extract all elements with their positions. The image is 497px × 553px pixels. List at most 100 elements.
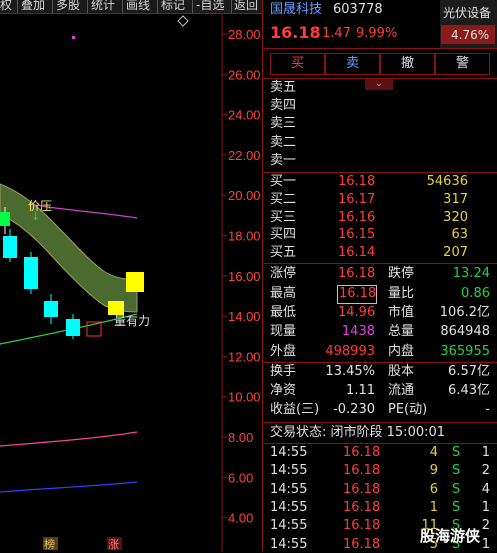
stock-code: 603778 [333, 2, 383, 17]
toolbar-button-back[interactable]: 返回 [234, 0, 258, 12]
toolbar-button-draw-line[interactable]: 画线 [126, 0, 150, 12]
outer-label: 外盘 [270, 344, 297, 359]
y-tick-label: 12.00 [228, 349, 261, 364]
bid-level-price: 16.17 [338, 191, 376, 207]
tick-side: S [452, 445, 461, 460]
toolbar-button-mark[interactable]: 标记 [161, 0, 185, 12]
candle [3, 236, 17, 258]
toolbar-button-rights[interactable]: 权 [0, 0, 12, 12]
divider [264, 443, 497, 444]
y-tick-label: 28.00 [228, 27, 261, 42]
tick-time: 14:55 [270, 445, 308, 460]
bid-level-label: 买一 [270, 174, 297, 189]
stock-name: 国晟科技 [270, 2, 323, 17]
eps-value: -0.230 [333, 402, 375, 417]
price-change-pct: 9.99% [356, 26, 398, 41]
y-tick-label: 6.00 [228, 470, 253, 485]
toolbar-button-watchlist[interactable]: -自选 [196, 0, 224, 12]
candle [108, 301, 124, 315]
limit-down-value: 13.24 [452, 266, 490, 281]
y-tick-label: 4.00 [228, 511, 253, 526]
bid-level-volume: 54636 [426, 174, 468, 189]
equity-value: 6.57亿 [448, 364, 490, 379]
y-tick-label: 24.00 [228, 108, 261, 123]
inner-label: 内盘 [388, 344, 415, 359]
support-annotation: 量有力 [114, 314, 150, 328]
panel-divider [262, 0, 263, 552]
float-label: 流通 [388, 383, 415, 398]
tick-price: 16.18 [343, 481, 381, 497]
cancel-order-button[interactable]: 撤 [380, 53, 435, 75]
tick-side: S [452, 481, 461, 497]
bid-level-volume: 63 [451, 227, 468, 243]
divider [264, 263, 497, 264]
total-vol-label: 总量 [388, 324, 415, 339]
mkt-cap-label: 市值 [388, 305, 415, 320]
channel-band [0, 183, 138, 313]
toolbar-button-multi-stock[interactable]: 多股 [56, 0, 80, 12]
ask-level-label: 卖二 [270, 134, 297, 150]
candle [0, 212, 10, 226]
diamond-icon[interactable] [177, 15, 189, 27]
bid-level-label: 买三 [270, 209, 297, 225]
pe-label: PE(动) [388, 402, 428, 417]
bid-level-volume: 317 [443, 191, 468, 207]
tick-side: S [452, 499, 461, 515]
cur-vol-value: 1438 [341, 324, 375, 339]
tick-time: 14:55 [270, 463, 308, 479]
mkt-cap-value: 106.2亿 [439, 305, 490, 320]
sell-button[interactable]: 卖 [325, 53, 380, 75]
ask-level-label: 卖三 [270, 116, 297, 132]
expand-chevron-double-down-icon[interactable]: ⌄ [365, 78, 393, 90]
y-tick-label: 22.00 [228, 148, 261, 163]
bottom-tag-rank[interactable]: 榜 [44, 537, 55, 551]
tick-count: 4 [481, 481, 490, 497]
tick-time: 14:55 [270, 518, 308, 534]
tick-price: 16.18 [343, 445, 381, 460]
ask-level-label: 卖一 [270, 152, 297, 168]
turnover-value: 13.45% [325, 364, 375, 379]
inner-value: 365955 [440, 344, 490, 359]
high-label: 最高 [270, 286, 297, 301]
alert-button[interactable]: 警 [435, 53, 490, 75]
tick-time: 14:55 [270, 481, 308, 497]
tick-price: 16.18 [343, 463, 381, 479]
tick-price: 16.18 [343, 536, 381, 552]
bid-level-price: 16.18 [338, 174, 376, 189]
bottom-tag-rise[interactable]: 涨 [108, 538, 119, 551]
candle [126, 272, 144, 292]
tick-count: 2 [481, 463, 490, 479]
tick-volume: 9 [429, 463, 438, 479]
y-tick-label: 8.00 [228, 430, 253, 445]
limit-up-label: 涨停 [270, 266, 297, 281]
high-value: 16.18 [339, 286, 377, 301]
tick-price: 16.18 [343, 499, 381, 515]
sector-pct: 4.76% [451, 28, 490, 42]
divider [264, 422, 497, 423]
tick-time: 14:55 [270, 536, 308, 552]
tick-volume: 4 [429, 445, 438, 460]
ma-line-blue [0, 481, 138, 493]
turnover-label: 换手 [270, 364, 297, 379]
divider [264, 172, 497, 173]
divider [264, 48, 497, 49]
trade-status: 交易状态: 闭市阶段 15:00:01 [270, 425, 446, 440]
outer-value: 498993 [325, 344, 375, 359]
bid-level-volume: 207 [443, 245, 468, 261]
toolbar-button-statistics[interactable]: 统计 [91, 0, 115, 12]
bid-level-label: 买五 [270, 245, 297, 261]
buy-button[interactable]: 买 [270, 53, 325, 75]
candle [24, 257, 38, 289]
ask-level-label: 卖四 [270, 98, 297, 114]
toolbar-button-overlay[interactable]: 叠加 [21, 0, 45, 12]
pe-value: - [485, 402, 490, 417]
tick-volume: 6 [429, 481, 438, 497]
y-tick-label: 18.00 [228, 229, 261, 244]
kline-chart[interactable]: 28.00 26.00 24.00 22.00 20.00 18.00 16.00 14.00… [0, 14, 262, 552]
sector-name[interactable]: 光伏设备 [443, 5, 491, 21]
y-tick-label: 10.00 [228, 390, 261, 405]
marker-dot [72, 36, 75, 39]
bid-level-label: 买四 [270, 227, 297, 243]
y-tick-label: 14.00 [228, 309, 261, 324]
total-vol-value: 864948 [440, 324, 490, 339]
